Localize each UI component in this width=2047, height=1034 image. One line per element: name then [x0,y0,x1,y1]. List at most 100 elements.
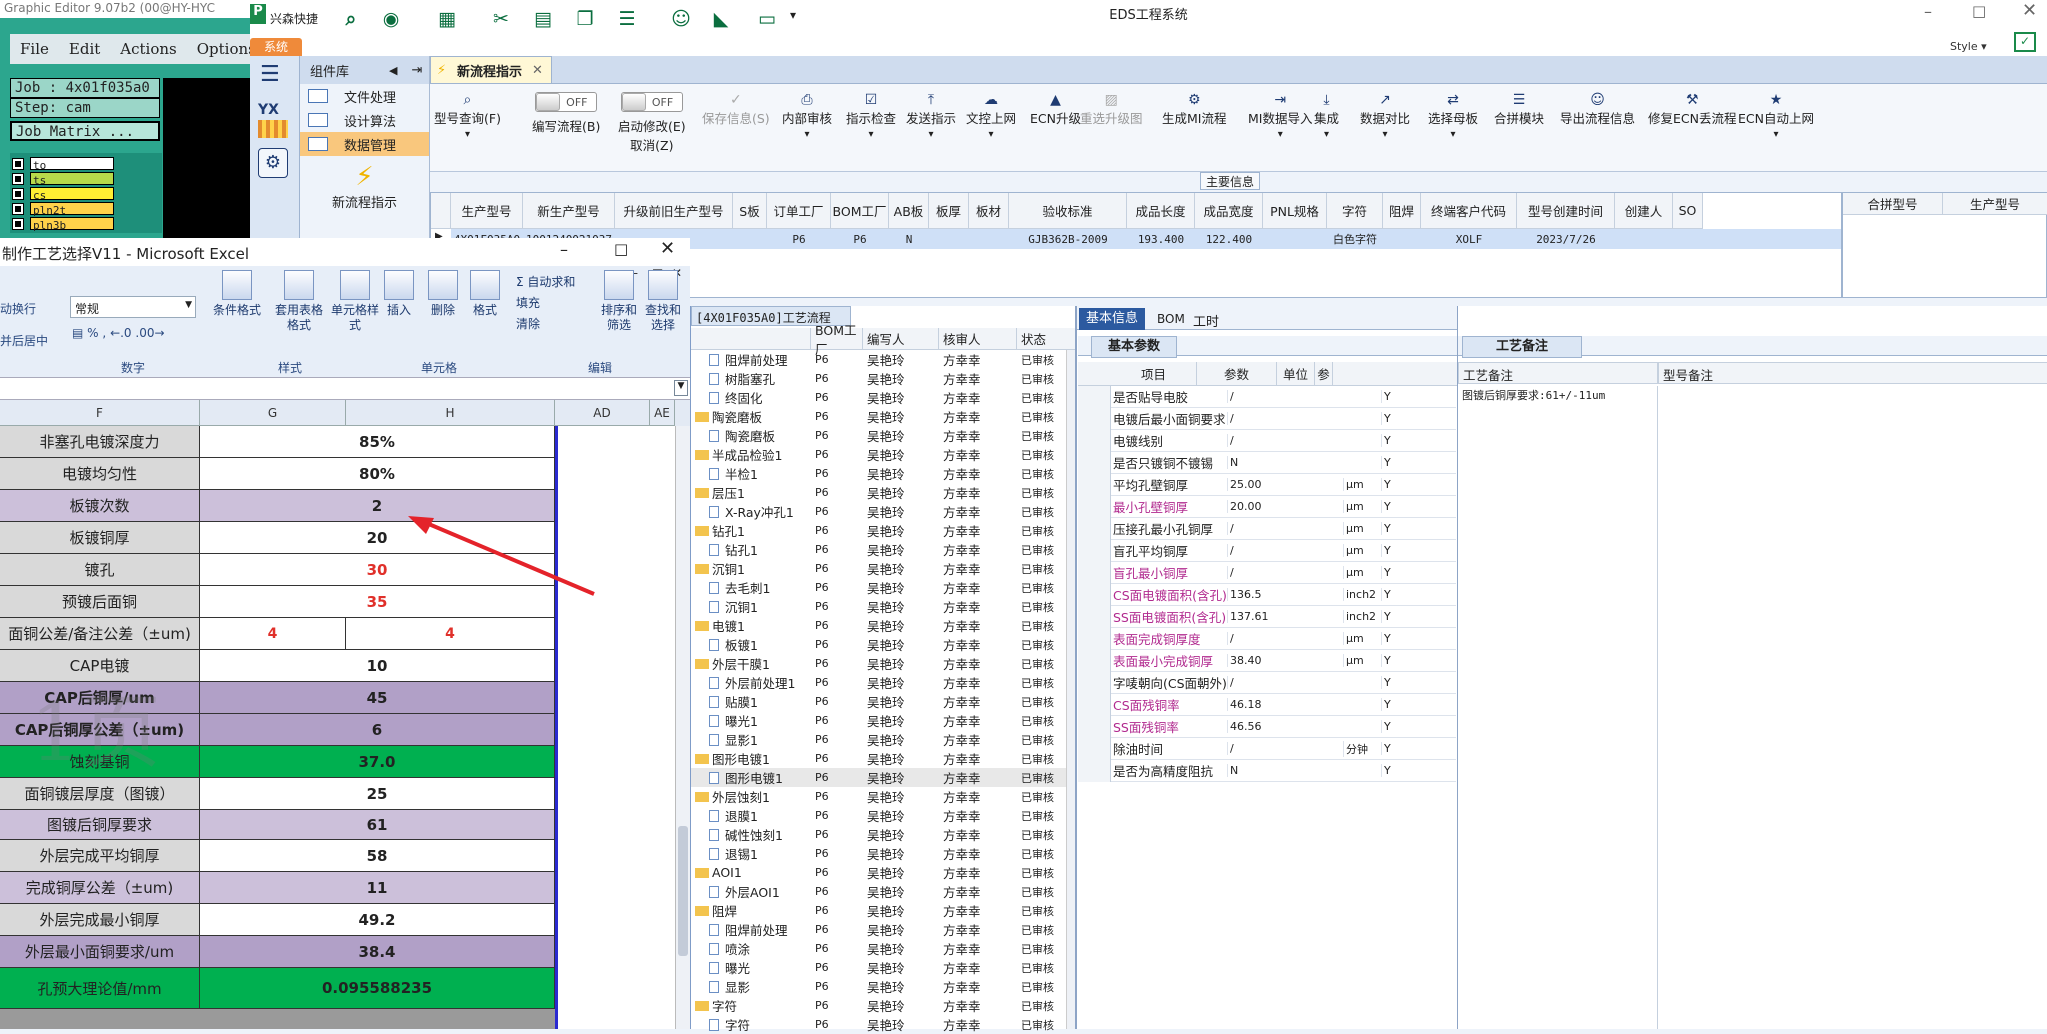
grid-cell[interactable]: 2023/7/26 [1517,229,1615,249]
grid-cell[interactable] [733,229,767,249]
flow-row[interactable]: 外层蚀刻1 P6 吴艳玲 方幸幸 已审核 [691,787,1076,806]
flow-row[interactable]: 陶瓷磨板 P6 吴艳玲 方幸幸 已审核 [691,407,1076,426]
info-row[interactable]: 盲孔平均铜厚 / μm Y [1111,540,1456,562]
flow-row[interactable]: 陶瓷磨板 P6 吴艳玲 方幸幸 已审核 [691,426,1076,445]
ribbon-button[interactable]: ⚙ 生成MI流程 [1162,92,1226,127]
excel-ribbon-button[interactable]: 套用表格格式 [270,270,328,333]
grid-column-header[interactable]: 验收标准 [1009,193,1127,229]
flow-row[interactable]: 去毛刺1 P6 吴艳玲 方幸幸 已审核 [691,578,1076,597]
grid-column-header[interactable]: BOM工厂 [831,193,889,229]
value-cell[interactable]: 6 [200,714,555,746]
layer-row[interactable]: cs [12,186,132,202]
flow-row[interactable]: 树脂塞孔 P6 吴艳玲 方幸幸 已审核 [691,369,1076,388]
ribbon-button[interactable]: ↗ 数据对比 ▾ [1360,92,1410,140]
grid-column-header[interactable]: 生产型号 [451,193,523,229]
flow-column-header[interactable]: 核审人 [939,328,1017,350]
flow-row[interactable]: 钻孔1 P6 吴艳玲 方幸幸 已审核 [691,540,1076,559]
tab-bom[interactable]: BOM [1157,312,1185,326]
flow-row[interactable]: 阻焊前处理 P6 吴艳玲 方幸幸 已审核 [691,350,1076,369]
grid-cell[interactable] [1673,229,1703,249]
ribbon-button[interactable]: ⤓ 集成 ▾ [1314,92,1339,140]
ribbon-button[interactable]: ▲ ECN升级 [1030,92,1081,127]
info-row[interactable]: SS面残铜率 46.56 Y [1111,716,1456,738]
value-cell[interactable]: 37.0 [200,746,555,778]
tab-new-flow[interactable]: ⚡ 新流程指示 ✕ [430,56,552,84]
flow-column-header[interactable]: BOM工厂 [811,323,863,357]
grid-cell[interactable]: P6 [767,229,831,249]
pin-icon[interactable]: ⇥ [411,63,422,78]
toggle-switch[interactable]: OFF [535,92,598,112]
ribbon-button[interactable]: ☑ 指示检查 ▾ [846,92,896,140]
library-item-algorithm[interactable]: 设计算法 [300,108,429,132]
layer-checkbox[interactable] [12,157,24,170]
merge-column-header[interactable]: 合拼型号 [1843,193,1943,215]
grid-column-header[interactable]: 创建人 [1615,193,1673,229]
value-cell[interactable]: 4 [346,618,555,650]
grid-column-header[interactable]: PNL规格 [1263,193,1327,229]
grid-cell[interactable] [1615,229,1673,249]
ribbon-button[interactable]: OFF 启动修改(E) 取消(Z) [618,92,686,154]
flow-row[interactable]: 外层干膜1 P6 吴艳玲 方幸幸 已审核 [691,654,1076,673]
lightning-icon[interactable]: ⚡ [300,162,429,192]
layer-row[interactable]: pln2t [12,201,132,217]
grid-cell[interactable]: 193.400 [1127,229,1195,249]
flow-column-header[interactable]: 状态 [1017,328,1076,350]
number-format-select[interactable]: 常规 ▼ [70,296,196,318]
flow-row[interactable]: 半检1 P6 吴艳玲 方幸幸 已审核 [691,464,1076,483]
flow-row[interactable]: 阻焊 P6 吴艳玲 方幸幸 已审核 [691,901,1076,920]
info-row[interactable]: 电镀后最小面铜要求 / Y [1111,408,1456,430]
grid-cell[interactable]: 白色字符 [1327,229,1383,249]
grid-cell[interactable]: 122.400 [1195,229,1263,249]
row-label[interactable]: 板镀铜厚 [0,522,200,554]
flow-row[interactable]: 曝光 P6 吴艳玲 方幸幸 已审核 [691,958,1076,977]
grid-column-header[interactable]: 板材 [969,193,1009,229]
theme-icon[interactable]: ✓ [2014,32,2036,52]
grid-cell[interactable]: N [889,229,929,249]
row-label[interactable]: 外层最小面铜要求/um [0,936,200,968]
row-label[interactable]: 非塞孔电镀深度力 [0,426,200,458]
tab-labor[interactable]: 工时 [1193,311,1219,330]
row-label[interactable]: 面铜公差/备注公差（±um) [0,618,200,650]
grid-column-header[interactable]: 成品长度 [1127,193,1195,229]
excel-ribbon-button[interactable]: 条件格式 [208,270,266,318]
info-row[interactable]: 除油时间 / 分钟 Y [1111,738,1456,760]
increase-decimal-icon[interactable]: ←.0 [110,326,132,340]
grid-column-header[interactable]: 新生产型号 [523,193,615,229]
currency-icon[interactable]: ▤ [72,326,83,340]
flow-row[interactable]: 图形电镀1 P6 吴艳玲 方幸幸 已审核 [691,749,1076,768]
flow-row[interactable]: 字符 P6 吴艳玲 方幸幸 已审核 [691,996,1076,1015]
layer-checkbox[interactable] [12,187,24,200]
value-cell[interactable]: 0.095588235 [200,968,555,1009]
flow-column-header[interactable] [691,328,811,350]
comma-icon[interactable]: , [102,326,106,340]
grid-cell[interactable] [1383,229,1421,249]
info-row[interactable]: SS面电镀面积(含孔) 137.61 inch2 Y [1111,606,1456,628]
edit-button[interactable]: Σ 自动求和 [516,272,575,293]
library-item-file[interactable]: 文件处理 [300,84,429,108]
flow-row[interactable]: 层压1 P6 吴艳玲 方幸幸 已审核 [691,483,1076,502]
row-label[interactable]: 图镀后铜厚要求 [0,810,200,840]
flow-row[interactable]: 显影1 P6 吴艳玲 方幸幸 已审核 [691,730,1076,749]
ge-menu-item[interactable]: File [10,40,59,58]
layer-row[interactable]: pln3b [12,216,132,232]
ribbon-button[interactable]: ☁ 文控上网 ▾ [966,92,1016,140]
style-menu[interactable]: Style ▾ [1950,40,1987,53]
minimize-button[interactable]: – [1924,2,1932,21]
grid-column-header[interactable]: 终端客户代码 [1421,193,1517,229]
flow-row[interactable]: 贴膜1 P6 吴艳玲 方幸幸 已审核 [691,692,1076,711]
ribbon-button[interactable]: ⇥ MI数据导入 ▾ [1248,92,1312,140]
flow-row[interactable]: 钻孔1 P6 吴艳玲 方幸幸 已审核 [691,521,1076,540]
grid-column-header[interactable]: S板 [733,193,767,229]
row-label[interactable]: 镀孔 [0,554,200,586]
value-cell[interactable]: 10 [200,650,555,682]
ribbon-button[interactable]: ⌕ 型号查询(F) ▾ [434,92,501,140]
collapse-left-icon[interactable]: ◀ [389,64,397,77]
formula-bar[interactable]: ▼ [0,378,690,400]
info-row[interactable]: 压接孔最小孔铜厚 / μm Y [1111,518,1456,540]
toolbox-icon[interactable] [258,120,288,138]
info-row[interactable]: 最小孔壁铜厚 20.00 μm Y [1111,496,1456,518]
info-row[interactable]: 是否为高精度阻抗 N Y [1111,760,1456,782]
excel-ribbon-button[interactable]: 删除 [422,270,464,318]
info-row[interactable]: 字唛朝向(CS面朝外) / Y [1111,672,1456,694]
info-row[interactable]: 电镀线别 / Y [1111,430,1456,452]
